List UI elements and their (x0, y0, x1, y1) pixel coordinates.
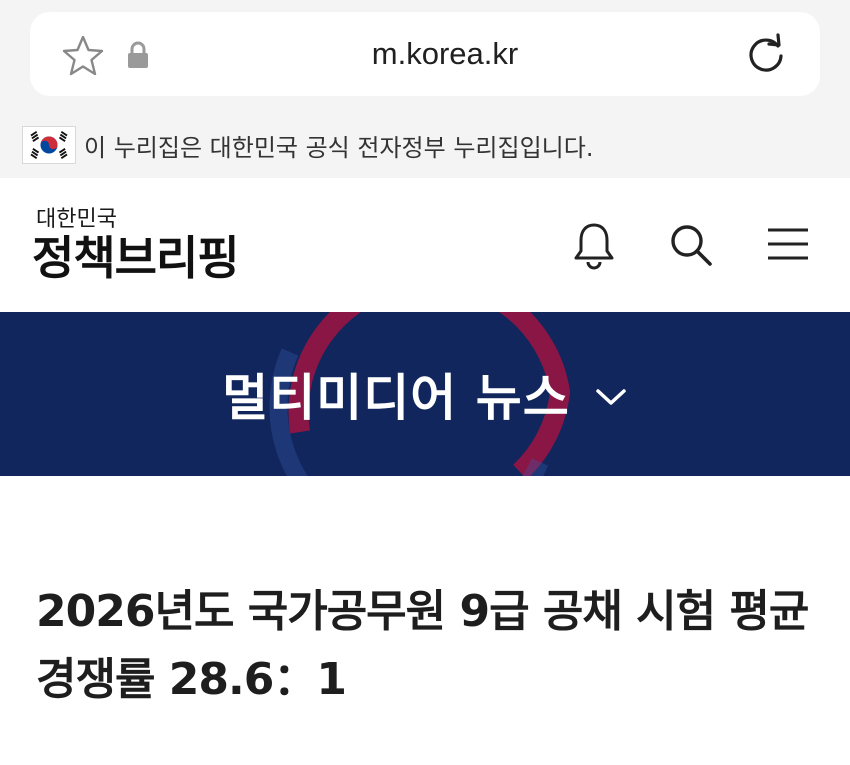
gov-notice-text: 이 누리집은 대한민국 공식 전자정부 누리집입니다. (84, 134, 594, 162)
chevron-down-icon[interactable] (594, 386, 628, 408)
lock-icon (128, 41, 148, 68)
korea-flag-icon (22, 126, 76, 164)
site-logo[interactable]: 정책브리핑 (32, 222, 240, 288)
section-title[interactable]: 멀티미디어 뉴스 (0, 312, 850, 476)
article-title: 2026년도 국가공무원 9급 공채 시험 평균 경쟁률 28.6：1 (36, 586, 809, 705)
star-icon[interactable] (60, 33, 106, 79)
section-title-text: 멀티미디어 뉴스 (222, 369, 570, 427)
url-text[interactable]: m.korea.kr (300, 36, 590, 72)
bell-icon[interactable] (572, 220, 616, 270)
search-icon[interactable] (668, 222, 714, 268)
reload-icon[interactable] (744, 32, 788, 76)
menu-icon[interactable] (766, 226, 810, 262)
